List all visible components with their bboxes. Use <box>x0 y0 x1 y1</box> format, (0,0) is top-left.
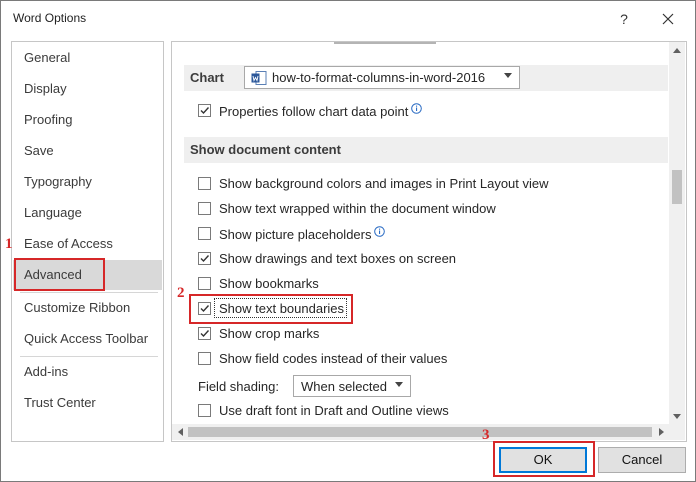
checkbox-properties-follow[interactable] <box>198 104 211 117</box>
sidebar-item-quick-access-toolbar[interactable]: Quick Access Toolbar <box>13 324 162 354</box>
chart-section-header: Chart how-to-format-columns-in-word-2016 <box>184 65 668 91</box>
option-label: Show bookmarks <box>219 276 319 291</box>
sidebar-item-customize-ribbon[interactable]: Customize Ribbon <box>13 293 162 323</box>
info-icon <box>374 226 386 237</box>
sidebar-item-general[interactable]: General <box>13 43 162 73</box>
checkbox-show-crop-marks[interactable] <box>198 327 211 340</box>
vertical-scroll-thumb[interactable] <box>672 170 682 204</box>
sidebar-item-typography[interactable]: Typography <box>13 167 162 197</box>
sidebar-item-save[interactable]: Save <box>13 136 162 166</box>
advanced-options-panel: Chart how-to-format-columns-in-word-2016… <box>171 41 687 442</box>
option-label: Show picture placeholders <box>219 227 372 242</box>
option-label: Properties follow chart data point <box>219 104 409 119</box>
field-shading-label: Field shading: <box>198 379 279 394</box>
horizontal-scrollbar[interactable] <box>172 424 669 440</box>
checkbox-show-text-wrapped[interactable] <box>198 202 211 215</box>
word-document-icon <box>251 71 267 85</box>
sidebar-item-proofing[interactable]: Proofing <box>13 105 162 135</box>
scroll-left-arrow-icon[interactable] <box>172 424 188 440</box>
annotation-number-3: 3 <box>482 427 490 443</box>
close-button[interactable] <box>653 7 683 31</box>
sidebar-item-language[interactable]: Language <box>13 198 162 228</box>
field-shading-dropdown[interactable]: When selected <box>293 375 411 397</box>
option-label: Use draft font in Draft and Outline view… <box>219 403 449 418</box>
chart-document-dropdown[interactable]: how-to-format-columns-in-word-2016 <box>244 66 520 89</box>
chevron-down-icon <box>504 73 512 78</box>
sidebar-item-add-ins[interactable]: Add-ins <box>13 357 162 387</box>
chevron-down-icon <box>395 382 403 387</box>
scroll-right-arrow-icon[interactable] <box>653 424 669 440</box>
section-title-chart: Chart <box>190 70 224 85</box>
checkbox-show-bookmarks[interactable] <box>198 277 211 290</box>
info-icon <box>411 103 423 114</box>
checkbox-use-draft-font[interactable] <box>198 404 211 417</box>
sidebar-item-ease-of-access[interactable]: Ease of Access <box>13 229 162 259</box>
dialog-title: Word Options <box>13 11 87 25</box>
annotation-box-text-boundaries <box>189 294 353 324</box>
checkmark-icon <box>200 330 210 338</box>
field-shading-value: When selected <box>301 379 387 394</box>
chart-document-value: how-to-format-columns-in-word-2016 <box>272 70 486 85</box>
option-label: Show drawings and text boxes on screen <box>219 251 457 266</box>
checkmark-icon <box>200 255 210 263</box>
scrollbar-corner <box>669 424 685 440</box>
section-title-show-content: Show document content <box>190 142 341 157</box>
scrolled-section-edge <box>334 42 436 44</box>
word-options-dialog: Word Options ? General Display Proofing … <box>0 0 696 482</box>
help-button[interactable]: ? <box>609 7 639 31</box>
sidebar-item-trust-center[interactable]: Trust Center <box>13 388 162 418</box>
title-bar: Word Options ? <box>1 1 695 35</box>
option-label: Show field codes instead of their values <box>219 351 448 366</box>
checkbox-show-background-colors[interactable] <box>198 177 211 190</box>
cancel-button[interactable]: Cancel <box>598 447 686 473</box>
annotation-number-2: 2 <box>177 285 185 301</box>
horizontal-scroll-thumb[interactable] <box>188 427 652 437</box>
annotation-number-1: 1 <box>5 236 13 252</box>
checkbox-show-field-codes[interactable] <box>198 352 211 365</box>
option-label: Show text wrapped within the document wi… <box>219 201 496 216</box>
sidebar-item-display[interactable]: Display <box>13 74 162 104</box>
annotation-box-advanced <box>14 258 105 291</box>
annotation-box-ok <box>493 441 595 477</box>
scroll-up-arrow-icon[interactable] <box>669 42 685 58</box>
vertical-scrollbar[interactable] <box>669 42 685 424</box>
options-category-list: General Display Proofing Save Typography… <box>11 41 164 442</box>
checkbox-show-picture-placeholders[interactable] <box>198 227 211 240</box>
option-label: Show crop marks <box>219 326 320 341</box>
checkmark-icon <box>200 107 210 115</box>
checkbox-show-drawings[interactable] <box>198 252 211 265</box>
option-label: Show background colors and images in Pri… <box>219 176 549 191</box>
show-content-section-header: Show document content <box>184 137 668 163</box>
scroll-down-arrow-icon[interactable] <box>669 408 685 424</box>
close-icon <box>662 13 674 25</box>
